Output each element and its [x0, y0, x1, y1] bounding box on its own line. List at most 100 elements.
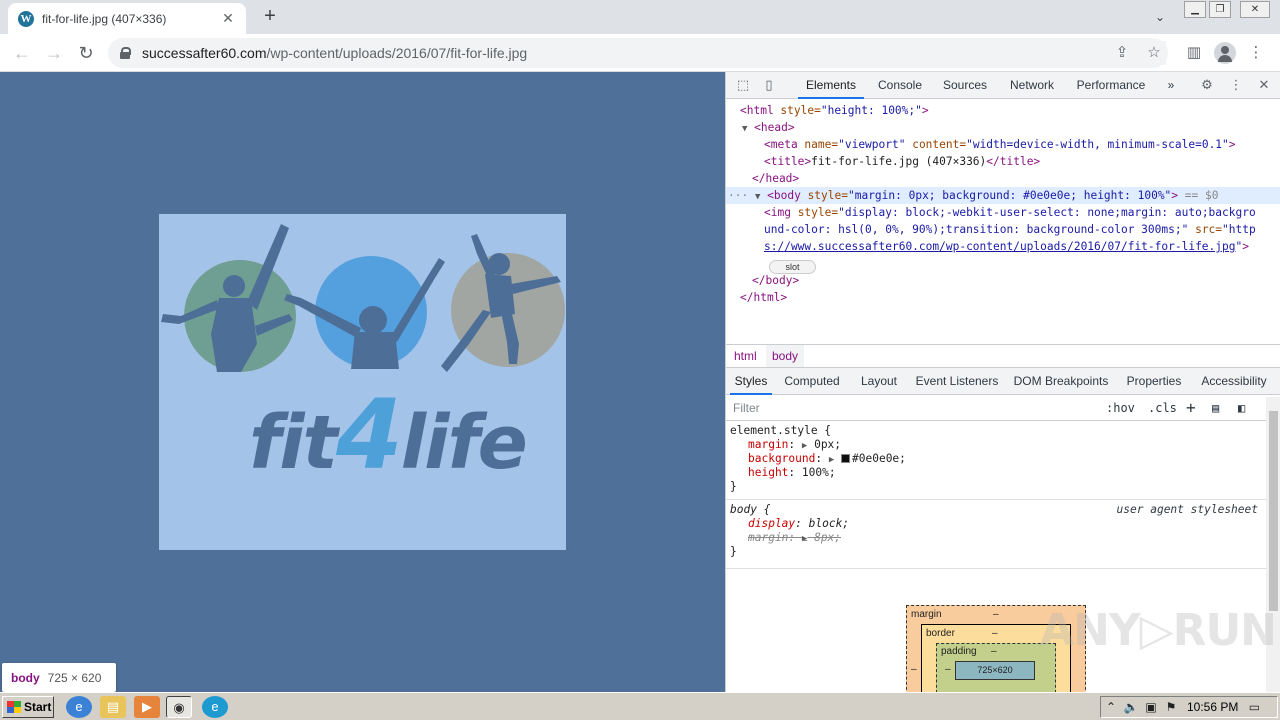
rule-body-ua: body { user agent stylesheet display: bl…: [726, 501, 1266, 569]
filter-input[interactable]: [729, 398, 1097, 418]
prop-margin[interactable]: margin: ▶ 0px;: [748, 438, 841, 453]
prop-display[interactable]: display: block;: [748, 517, 849, 531]
minimize-button[interactable]: ▁: [1184, 1, 1206, 18]
wordpress-icon: W: [18, 10, 34, 27]
network-icon[interactable]: ▣: [1141, 700, 1161, 714]
hov-toggle[interactable]: :hov: [1106, 399, 1135, 417]
expand-triangle-icon[interactable]: ▼: [742, 124, 747, 134]
selector-element-style[interactable]: element.style {: [730, 424, 831, 438]
forward-button[interactable]: →: [42, 41, 66, 65]
tab-computed[interactable]: Computed: [782, 368, 842, 395]
close-tab-icon[interactable]: ✕: [220, 10, 236, 27]
tab-styles[interactable]: Styles: [730, 368, 772, 395]
selector-body[interactable]: body {: [730, 503, 770, 517]
new-tab-button[interactable]: +: [258, 5, 282, 29]
action-center-icon[interactable]: ⚑: [1161, 700, 1181, 714]
media-player-icon[interactable]: ▶: [134, 696, 160, 718]
tab-layout[interactable]: Layout: [858, 368, 900, 395]
tab-sources[interactable]: Sources: [936, 72, 994, 99]
share-icon[interactable]: ⇪: [1110, 41, 1134, 65]
anyrun-watermark: ANY▷RUN: [1040, 605, 1277, 656]
tab-title: fit-for-life.jpg (407×336): [42, 11, 167, 26]
devtools-menu-icon[interactable]: ⋮: [1227, 76, 1245, 94]
dom-line-img-1[interactable]: <img style="display: block;-webkit-user-…: [726, 204, 1280, 221]
dom-line-title[interactable]: <title>fit-for-life.jpg (407×336)</title…: [726, 153, 1280, 170]
reload-button[interactable]: ↻: [74, 41, 98, 65]
tooltip-tag: body: [11, 670, 40, 685]
folder-icon[interactable]: ▤: [100, 696, 126, 718]
ie-icon[interactable]: e: [66, 696, 92, 718]
side-panel-icon[interactable]: ▥: [1182, 41, 1206, 65]
profile-avatar[interactable]: [1214, 42, 1236, 64]
prop-margin-overridden[interactable]: margin: ▶ 8px;: [748, 531, 841, 546]
scrollbar-thumb[interactable]: [1269, 411, 1278, 611]
tab-strip: W fit-for-life.jpg (407×336) ✕ + ⌄ ▁ ❐ ✕: [0, 0, 1280, 34]
paint-roller-icon[interactable]: ▤: [1212, 399, 1219, 417]
box-model-content[interactable]: 725×620: [955, 661, 1035, 680]
breadcrumb-html[interactable]: html: [728, 345, 763, 367]
box-model-padding[interactable]: padding – – 725×620: [936, 643, 1056, 693]
windows-logo-icon: [7, 701, 21, 713]
tab-accessibility[interactable]: Accessibility: [1198, 368, 1270, 395]
prop-background[interactable]: background: ▶ #0e0e0e;: [748, 452, 906, 467]
dom-line-meta[interactable]: <meta name="viewport" content="width=dev…: [726, 136, 1280, 153]
dom-line-head-close[interactable]: </head>: [726, 170, 1280, 187]
windows-taskbar: Start e ▤ ▶ ◉ e ⌃ 🔈 ▣ ⚑ 10:56 PM ▭: [0, 692, 1280, 720]
dom-line-head[interactable]: ▼ <head>: [726, 119, 1280, 136]
color-swatch[interactable]: [841, 454, 851, 463]
volume-icon[interactable]: 🔈: [1121, 700, 1141, 714]
bookmark-star-icon[interactable]: ☆: [1142, 41, 1166, 65]
tab-performance[interactable]: Performance: [1072, 72, 1150, 99]
more-tabs-icon[interactable]: »: [1162, 72, 1180, 99]
tab-elements[interactable]: Elements: [798, 72, 864, 99]
close-devtools-icon[interactable]: ✕: [1255, 76, 1273, 94]
new-style-rule-button[interactable]: +: [1186, 399, 1196, 417]
tab-properties[interactable]: Properties: [1124, 368, 1184, 395]
edge-icon[interactable]: e: [202, 696, 228, 718]
expand-triangle-icon[interactable]: ▼: [755, 192, 760, 202]
system-tray: ⌃ 🔈 ▣ ⚑ 10:56 PM ▭: [1100, 696, 1278, 718]
tooltip-dimensions: 725 × 620: [47, 670, 102, 685]
img-src-link[interactable]: s://www.successafter60.com/wp-content/up…: [764, 240, 1235, 253]
breadcrumb-body[interactable]: body: [766, 345, 805, 367]
start-button[interactable]: Start: [2, 696, 54, 718]
menu-kebab-icon[interactable]: ⋮: [1244, 41, 1268, 65]
dom-line-img-3[interactable]: s://www.successafter60.com/wp-content/up…: [726, 238, 1280, 255]
rule-close: }: [730, 545, 737, 558]
device-toggle-icon[interactable]: ▯: [760, 76, 778, 94]
dom-line-html-close[interactable]: </html>: [726, 289, 1280, 306]
lock-icon: [120, 47, 131, 59]
clock[interactable]: 10:56 PM: [1187, 700, 1238, 714]
tab-event-listeners[interactable]: Event Listeners: [914, 368, 1000, 395]
tray-arrow-icon[interactable]: ⌃: [1101, 700, 1121, 714]
rule-close: }: [730, 480, 737, 493]
element-inspect-tooltip: body 725 × 620: [2, 663, 116, 692]
browser-tab[interactable]: W fit-for-life.jpg (407×336) ✕: [8, 3, 246, 34]
rule-element-style: element.style { margin: ▶ 0px; backgroun…: [726, 422, 1266, 500]
show-desktop-icon[interactable]: ▭: [1244, 700, 1264, 714]
tab-network[interactable]: Network: [1002, 72, 1062, 99]
fit-for-life-image: fit4life: [159, 214, 566, 550]
tab-console[interactable]: Console: [870, 72, 930, 99]
inspect-element-icon[interactable]: ⬚: [734, 76, 752, 94]
styles-filter-bar: :hov .cls + ▤ ◧: [726, 395, 1266, 421]
tab-dom-breakpoints[interactable]: DOM Breakpoints: [1012, 368, 1110, 395]
ua-stylesheet-label: user agent stylesheet: [1116, 503, 1258, 516]
styles-subtabs: Styles Computed Layout Event Listeners D…: [726, 368, 1280, 395]
chrome-icon[interactable]: ◉: [166, 696, 192, 718]
back-button[interactable]: ←: [10, 41, 34, 65]
dom-line-body-selected[interactable]: ··· ▼ <body style="margin: 0px; backgrou…: [726, 187, 1280, 204]
prop-height[interactable]: height: 100%;: [748, 466, 836, 480]
settings-gear-icon[interactable]: ⚙: [1198, 76, 1216, 94]
dom-line-img-2[interactable]: und-color: hsl(0, 0%, 90%);transition: b…: [726, 221, 1280, 238]
dom-tree: <html style="height: 100%;"> ▼ <head> <m…: [726, 100, 1280, 344]
tab-search-icon[interactable]: ⌄: [1150, 7, 1170, 27]
address-bar[interactable]: successafter60.com/wp-content/uploads/20…: [108, 38, 1168, 68]
cls-toggle[interactable]: .cls: [1148, 399, 1177, 417]
dom-line-body-close[interactable]: </body>: [726, 272, 1280, 289]
restore-button[interactable]: ❐: [1209, 1, 1231, 18]
close-window-button[interactable]: ✕: [1240, 1, 1270, 18]
breadcrumb: html body: [726, 344, 1280, 368]
toggle-sidebar-icon[interactable]: ◧: [1238, 399, 1245, 417]
dom-line-html[interactable]: <html style="height: 100%;">: [726, 102, 1280, 119]
